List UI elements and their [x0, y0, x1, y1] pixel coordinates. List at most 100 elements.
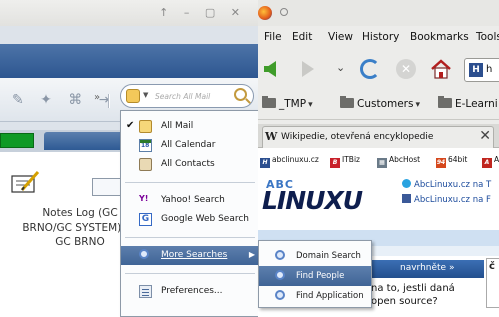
preferences-icon [139, 285, 152, 298]
reload-icon[interactable] [360, 59, 380, 79]
right-side-box: č [486, 258, 499, 308]
tab-title: Wikipedie, otevřená encyklopedie [281, 132, 434, 142]
link-label: ITBiz [342, 155, 360, 164]
url-text[interactable]: h [486, 64, 492, 75]
menu-item-label: Preferences... [161, 286, 223, 296]
twitter-link-label: AbcLinuxu.cz na T [414, 180, 492, 190]
menu-item-label: All Contacts [161, 159, 215, 169]
folder-icon [340, 96, 354, 108]
calendar-icon [139, 139, 152, 152]
menu-item-label: Google Web Search [161, 214, 250, 224]
facebook-link[interactable]: AbcLinuxu.cz na F [402, 194, 491, 205]
suggest-banner[interactable]: navrhněte » [370, 260, 484, 278]
green-tab[interactable] [0, 133, 34, 148]
twitter-icon [402, 179, 411, 188]
menu-separator [125, 237, 255, 238]
yahoo-icon: Y! [139, 194, 149, 203]
menu-view[interactable]: View [328, 31, 353, 43]
submenu-item-label: Find People [296, 271, 345, 281]
menu-bookmarks[interactable]: Bookmarks [410, 31, 469, 43]
more-searches-submenu: Domain Search Find People Find Applicati… [258, 240, 372, 308]
menu-item-label: More Searches [161, 250, 228, 260]
folder-icon [262, 96, 276, 108]
mail-icon [139, 120, 152, 133]
search-scope-mail-icon[interactable] [126, 89, 140, 103]
facebook-link-label: AbcLinuxu.cz na F [414, 195, 491, 205]
checkmark-icon: ✔ [126, 120, 135, 131]
firefox-titlebar [258, 0, 499, 26]
tab-wikipedie[interactable]: W Wikipedie, otevřená encyklopedie ✕ [262, 126, 494, 148]
home-icon[interactable] [430, 58, 452, 80]
history-dropdown-icon[interactable]: ⌄ [336, 61, 345, 74]
menu-item-yahoo-search[interactable]: Y! Yahoo! Search [121, 191, 259, 210]
circle-icon [280, 8, 288, 16]
menu-item-more-searches[interactable]: More Searches ▶ [121, 246, 259, 265]
link-abclinuxu[interactable]: Habclinuxu.cz [260, 155, 319, 168]
menu-item-all-mail[interactable]: ✔ All Mail [121, 117, 259, 136]
bookmark-folder-customers[interactable]: Customers ▾ [340, 96, 420, 110]
search-input[interactable]: Search All Mail [155, 92, 210, 101]
magnifier-icon [139, 249, 149, 259]
bookmark-folder-elearning[interactable]: E-Learni [438, 96, 498, 110]
firefox-navbar: ⌄ ✕ H h [258, 52, 499, 88]
bookmark-label: _TMP [279, 98, 307, 110]
search-magnifier-icon[interactable] [234, 88, 247, 101]
back-arrow-icon[interactable] [264, 61, 276, 77]
a-favicon-icon: A [482, 158, 492, 168]
magnifier-icon [275, 290, 285, 300]
menu-tools[interactable]: Tools [476, 31, 499, 43]
magnifier-icon [275, 270, 285, 280]
window-controls[interactable]: ↑ – ▢ ✕ [159, 6, 246, 19]
notes-log-icon[interactable] [10, 170, 40, 196]
right-side-char: č [489, 261, 495, 272]
forward-arrow-icon[interactable] [302, 61, 314, 77]
menu-separator [125, 182, 255, 183]
link-label: AbcHost [389, 155, 421, 164]
link-label: 64bit [448, 155, 468, 164]
menu-item-label: Yahoo! Search [161, 195, 225, 205]
menu-item-google-web-search[interactable]: G Google Web Search [121, 210, 259, 229]
abclinuxu-favicon-icon: H [260, 158, 270, 168]
link-itbiz[interactable]: B ITBiz [330, 155, 360, 168]
toolbar-separator [108, 94, 110, 108]
stop-icon[interactable]: ✕ [396, 59, 416, 79]
doc-placeholder-box [92, 178, 122, 196]
menu-history[interactable]: History [362, 31, 399, 43]
menu-item-all-calendar[interactable]: All Calendar [121, 136, 259, 155]
submenu-arrow-icon: ▶ [248, 250, 255, 259]
abchost-favicon-icon: ▦ [377, 158, 387, 168]
link-abchost[interactable]: ▦ AbcHost [377, 155, 420, 168]
link-label: abclinuxu.cz [272, 155, 319, 164]
close-tab-icon[interactable]: ✕ [479, 128, 491, 144]
firefox-tabbar: W Wikipedie, otevřená encyklopedie ✕ [258, 124, 499, 148]
contacts-icon [139, 158, 152, 171]
menu-file[interactable]: File [264, 31, 282, 43]
url-bar[interactable]: H h [464, 58, 499, 82]
abclinuxu-logo-bottom[interactable]: LINUXU [262, 186, 363, 215]
link-label: A [494, 155, 499, 164]
toolbar-icons[interactable]: ✎ ✦ ⌘ ⇥ [12, 92, 117, 108]
google-icon: G [139, 213, 152, 226]
bookmark-folder-tmp[interactable]: _TMP ▾ [262, 96, 313, 110]
folder-icon [438, 96, 452, 108]
toolbar-overflow-icon[interactable]: » [94, 92, 100, 103]
menu-item-label: All Mail [161, 121, 194, 131]
firefox-logo-icon [258, 6, 272, 20]
link-a[interactable]: AA [482, 155, 499, 168]
menu-item-preferences[interactable]: Preferences... [121, 282, 259, 301]
menu-item-all-contacts[interactable]: All Contacts [121, 155, 259, 174]
twitter-link[interactable]: AbcLinuxu.cz na T [402, 179, 491, 190]
submenu-item-domain-search[interactable]: Domain Search [259, 246, 371, 266]
search-scope-dropdown-icon[interactable]: ▼ [143, 91, 148, 99]
search-box[interactable]: ▼ Search All Mail [120, 84, 254, 108]
search-scope-menu: ✔ All Mail All Calendar All Contacts Y! … [120, 110, 260, 317]
facebook-icon [402, 194, 411, 203]
submenu-item-find-application[interactable]: Find Application [259, 286, 371, 306]
64bit-favicon-icon: 94 [436, 158, 446, 168]
bookmark-label: Customers [357, 98, 414, 110]
menu-edit[interactable]: Edit [292, 31, 312, 43]
link-64bit[interactable]: 94 64bit [436, 155, 467, 168]
magnifier-icon [275, 250, 285, 260]
chevron-down-icon: ▾ [308, 100, 313, 110]
submenu-item-find-people[interactable]: Find People [259, 266, 371, 286]
